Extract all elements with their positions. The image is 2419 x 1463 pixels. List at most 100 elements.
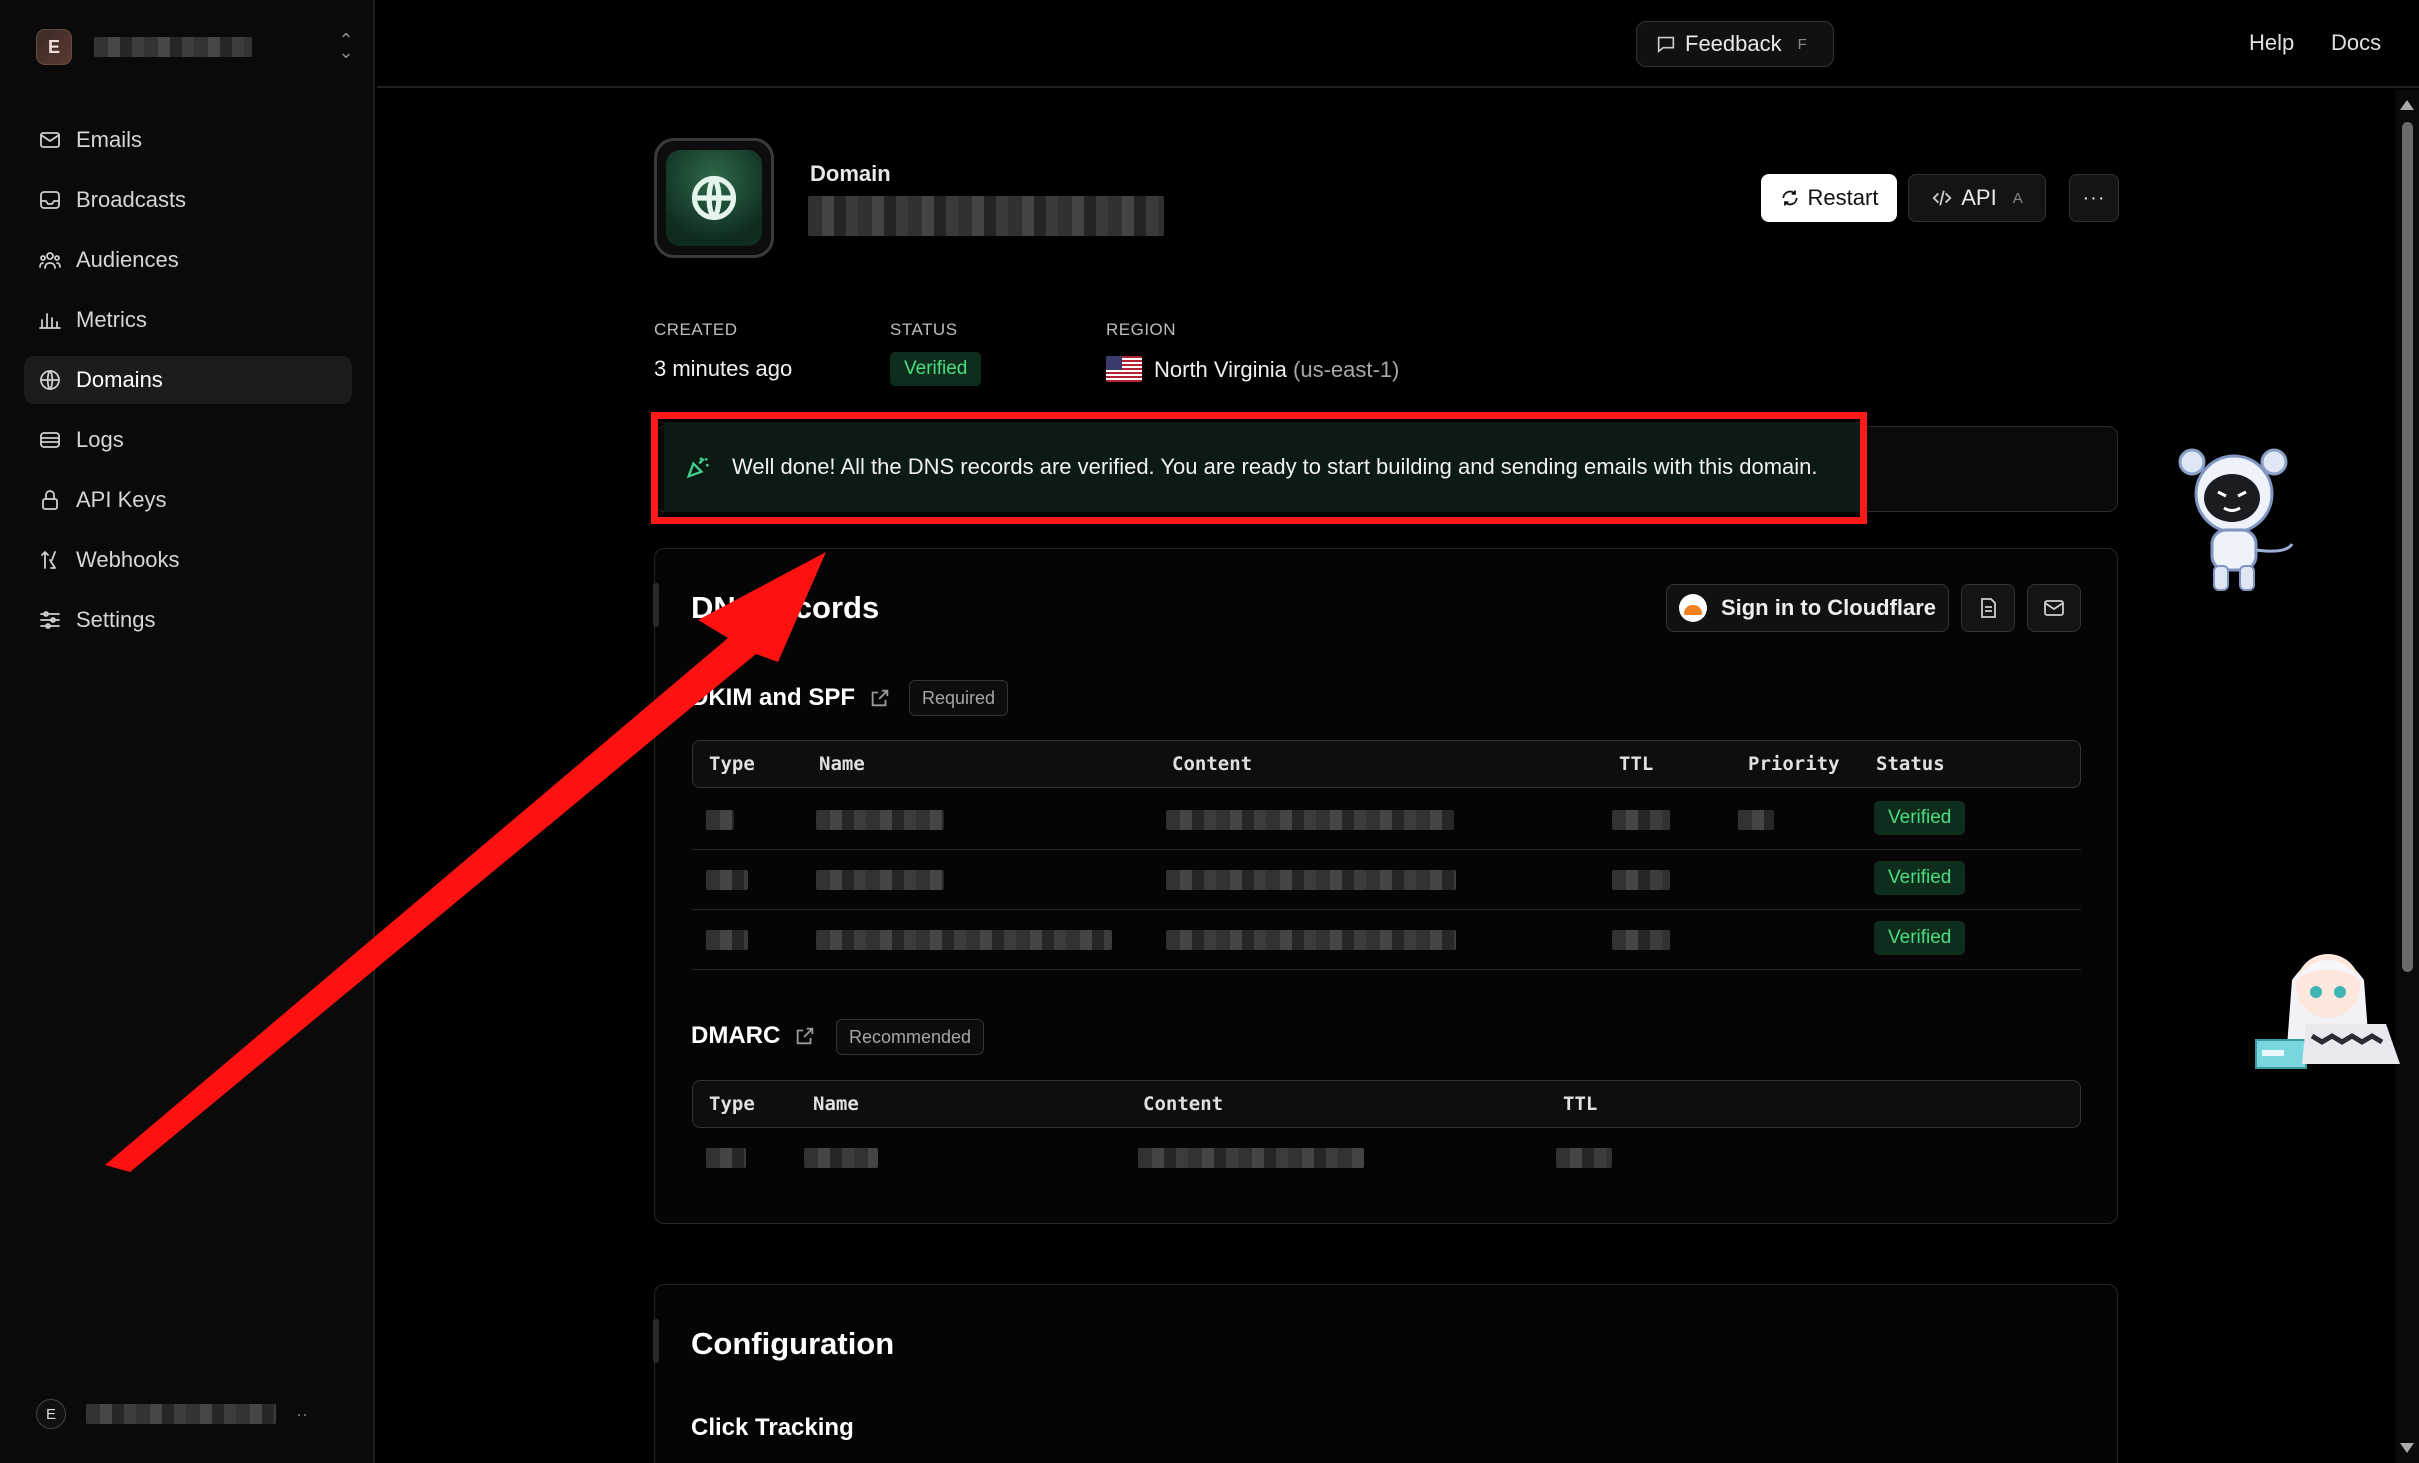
restart-button[interactable]: Restart xyxy=(1761,174,1897,222)
status-badge: Verified xyxy=(1874,921,1966,955)
document-button[interactable] xyxy=(1961,584,2015,632)
sidebar-item-label: Logs xyxy=(76,427,124,452)
mail-icon xyxy=(2044,600,2064,616)
domain-label: Domain xyxy=(810,161,891,186)
annotation-highlight-box xyxy=(651,412,1867,524)
top-bar xyxy=(377,0,2419,88)
column-content: Content xyxy=(1172,753,1253,775)
column-name: Name xyxy=(813,1093,859,1115)
more-actions-button[interactable]: ··· xyxy=(2069,174,2119,222)
users-icon xyxy=(39,252,61,269)
globe-icon xyxy=(40,370,60,390)
team-name-redacted xyxy=(94,37,252,57)
click-tracking-heading: Click Tracking xyxy=(691,1414,854,1441)
help-link[interactable]: Help xyxy=(2249,30,2294,56)
document-icon xyxy=(1981,598,1996,618)
status-badge: Verified xyxy=(1874,861,1966,895)
sign-in-cloudflare-button[interactable]: Sign in to Cloudflare xyxy=(1666,584,1949,632)
user-name-redacted xyxy=(86,1404,276,1424)
mail-icon xyxy=(40,132,60,148)
sidebar-item-metrics[interactable]: Metrics xyxy=(24,296,352,344)
sliders-icon xyxy=(40,611,60,629)
sidebar-item-label: Emails xyxy=(76,127,143,152)
column-content: Content xyxy=(1143,1093,1224,1115)
sidebar-item-domains[interactable]: Domains xyxy=(24,356,352,404)
dmarc-heading: DMARC xyxy=(691,1022,816,1050)
sidebar-item-label: Metrics xyxy=(76,307,147,332)
domain-avatar xyxy=(654,138,774,258)
sidebar-item-label: Webhooks xyxy=(76,547,180,572)
external-link-icon[interactable] xyxy=(794,1025,816,1047)
sidebar-item-label: Broadcasts xyxy=(76,187,187,212)
team-avatar: E xyxy=(36,29,72,65)
dns-records-title: DN cords xyxy=(691,590,880,625)
refresh-icon xyxy=(1781,190,1798,206)
external-link-icon[interactable] xyxy=(869,687,891,709)
chevron-up-down-icon[interactable]: ⌃ ⌄ xyxy=(336,31,356,61)
configuration-card xyxy=(653,1284,2118,1463)
created-value: 3 minutes ago xyxy=(654,356,793,381)
recommended-badge: Recommended xyxy=(836,1019,985,1055)
sidebar-item-settings[interactable]: Settings xyxy=(24,596,352,644)
required-badge: Required xyxy=(909,680,1009,716)
region-name: North Virginia xyxy=(1154,357,1287,382)
api-button[interactable]: API A xyxy=(1908,174,2046,222)
team-switcher[interactable]: E ⌃ ⌄ xyxy=(36,26,356,68)
table-row[interactable]: Verified xyxy=(692,850,2081,910)
sidebar-item-api-keys[interactable]: API Keys xyxy=(24,476,352,524)
sidebar-item-webhooks[interactable]: Webhooks xyxy=(24,536,352,584)
docs-link[interactable]: Docs xyxy=(2331,30,2381,56)
sidebar-item-broadcasts[interactable]: Broadcasts xyxy=(24,176,352,224)
status-badge: Verified xyxy=(1874,801,1966,835)
cloudflare-icon xyxy=(1678,594,1707,622)
lock-icon xyxy=(42,490,58,510)
sidebar: E ⌃ ⌄ Emails Broadcasts Audiences Metrics… xyxy=(0,0,375,1463)
domain-name-redacted xyxy=(808,196,1164,236)
status-label: STATUS xyxy=(890,320,958,339)
status-badge: Verified xyxy=(890,352,982,386)
dmarc-table-header: Type Name Content TTL xyxy=(692,1080,2081,1128)
sidebar-item-label: API Keys xyxy=(76,487,167,512)
table-row[interactable]: Verified xyxy=(692,790,2081,850)
sidebar-item-emails[interactable]: Emails xyxy=(24,116,352,164)
globe-icon xyxy=(691,175,737,221)
code-icon xyxy=(1932,190,1952,206)
configuration-title: Configuration xyxy=(691,1326,895,1361)
cloudflare-label: Sign in to Cloudflare xyxy=(1720,595,1937,620)
sidebar-nav: Emails Broadcasts Audiences Metrics Doma… xyxy=(24,116,352,656)
sidebar-item-logs[interactable]: Logs xyxy=(24,416,352,464)
anime-mascot-icon xyxy=(2255,954,2400,1069)
feedback-button[interactable]: Feedback F xyxy=(1636,21,1834,67)
table-row[interactable]: Verified xyxy=(692,910,2081,970)
sidebar-item-audiences[interactable]: Audiences xyxy=(24,236,352,284)
column-ttl: TTL xyxy=(1563,1093,1598,1115)
dkim-spf-heading: DKIM and SPF xyxy=(691,684,891,712)
api-shortcut: A xyxy=(2012,189,2023,207)
scroll-thumb[interactable] xyxy=(2402,122,2413,972)
list-icon xyxy=(40,432,60,448)
us-flag-icon xyxy=(1106,356,1142,382)
user-menu[interactable]: E ·· xyxy=(36,1396,346,1432)
feedback-shortcut: F xyxy=(1797,35,1807,53)
region-code: (us-east-1) xyxy=(1293,357,1400,382)
sidebar-item-label: Settings xyxy=(76,607,156,632)
sidebar-item-label: Domains xyxy=(76,367,163,392)
table-row[interactable] xyxy=(692,1128,2081,1188)
column-type: Type xyxy=(709,1093,755,1115)
more-icon[interactable]: ·· xyxy=(296,1404,308,1425)
email-button[interactable] xyxy=(2027,584,2081,632)
api-label: API xyxy=(1961,185,1997,210)
chat-bubble-icon xyxy=(1657,36,1675,54)
astronaut-mascot-icon xyxy=(2178,448,2294,591)
sidebar-item-label: Audiences xyxy=(76,247,179,272)
scrollbar[interactable] xyxy=(2395,90,2419,1463)
avatar: E xyxy=(36,1399,66,1429)
created-label: CREATED xyxy=(654,320,738,339)
column-status: Status xyxy=(1876,753,1945,775)
inbox-icon xyxy=(40,191,60,209)
scroll-up-arrow[interactable] xyxy=(2400,100,2414,110)
column-priority: Priority xyxy=(1748,753,1840,775)
bar-chart-icon xyxy=(39,313,61,329)
dkim-table-header: Type Name Content TTL Priority Status xyxy=(692,740,2081,788)
scroll-down-arrow[interactable] xyxy=(2400,1443,2414,1453)
